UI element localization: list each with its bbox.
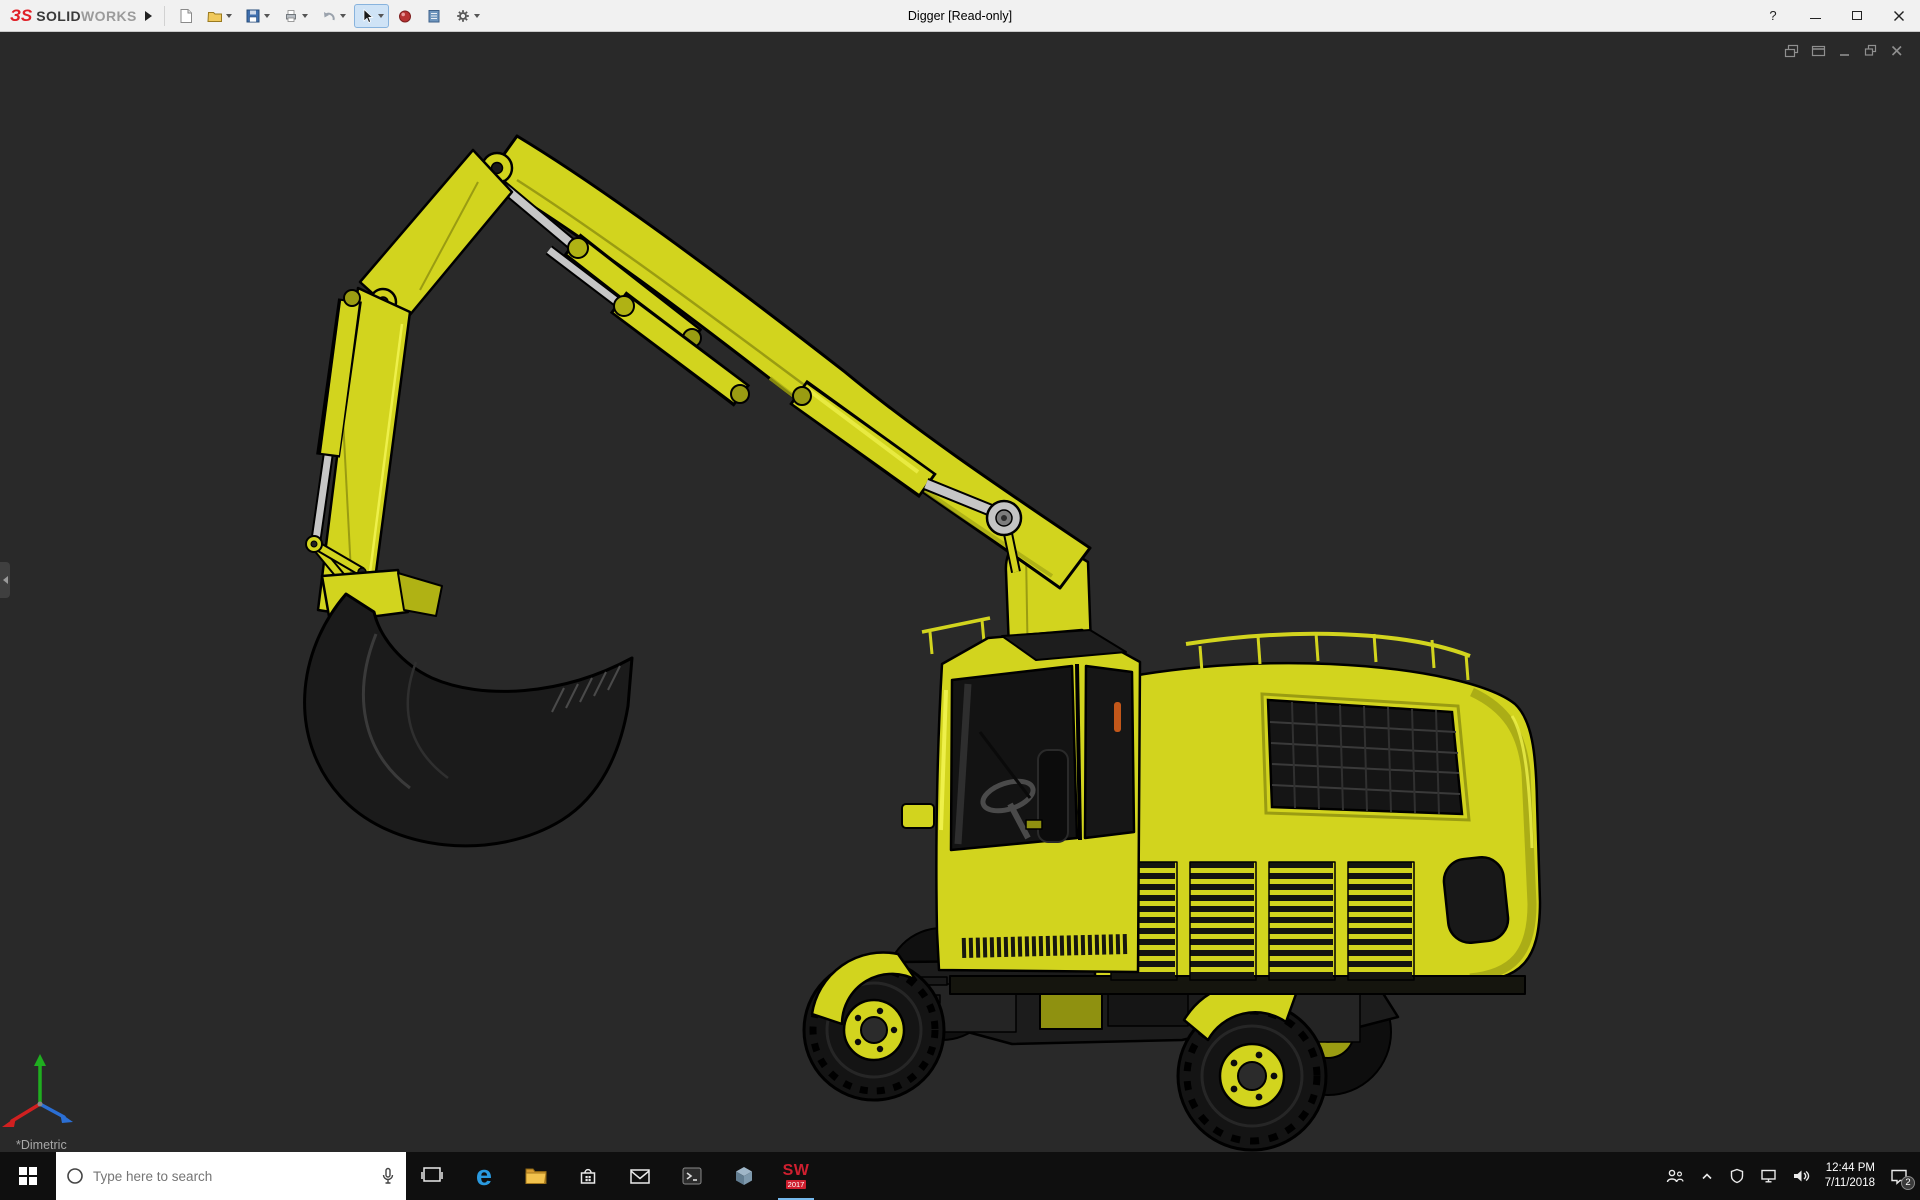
options-button[interactable] [450,4,485,28]
dropdown-arrow-icon[interactable] [263,13,270,18]
stick-arm[interactable] [305,148,514,627]
taskbar: e SW 2017 [0,1152,1920,1200]
search-input[interactable] [93,1168,371,1184]
dropdown-arrow-icon[interactable] [225,13,232,18]
maximize-icon [1852,11,1862,20]
xpress-sphere-icon [398,10,411,22]
boom-arm[interactable] [480,134,1094,676]
people-icon [1666,1169,1684,1183]
graphics-viewport[interactable]: *Dimetric [0,32,1920,1152]
system-tray: 12:44 PM 7/11/2018 2 [1665,1152,1920,1200]
close-icon [1894,10,1904,21]
quick-access-toolbar [173,3,485,28]
speaker-icon [1793,1170,1809,1182]
maximize-button[interactable] [1836,0,1878,32]
engine-grille[interactable] [1260,692,1471,822]
cab[interactable] [901,628,1142,974]
volume-button[interactable] [1792,1168,1810,1184]
cascade-windows-icon[interactable] [1784,44,1799,58]
solidworks-year-badge: 2017 [785,1180,807,1189]
document-window-controls [1784,44,1904,58]
dropdown-arrow-icon[interactable] [301,13,308,18]
new-window-icon[interactable] [1811,44,1826,58]
notification-badge: 2 [1901,1175,1915,1190]
excavator-model[interactable] [0,32,1920,1152]
hydraulic-cylinders[interactable] [496,179,1023,574]
edge-icon: e [475,1159,493,1192]
dassault-logo-icon: ЗS [10,5,33,25]
collapse-arrow-icon [2,576,8,584]
open-button[interactable] [202,4,237,28]
people-button[interactable] [1665,1168,1685,1184]
logo-solid-text: SOLID [36,7,82,24]
logo-works-text: WORKS [81,7,137,24]
hidden-icons-chevron [1702,1173,1712,1180]
select-cursor-icon [363,8,374,23]
save-icon [246,9,260,22]
design-binder-icon [428,9,440,22]
xpress-products-button[interactable] [392,4,418,28]
display-tray-button[interactable] [1760,1168,1777,1184]
window-controls: ? [1752,0,1920,32]
solidworks-logo: ЗS SOLID WORKS [0,6,137,26]
orientation-triad [2,1054,73,1127]
dropdown-arrow-icon[interactable] [377,13,384,18]
taskbar-search[interactable] [56,1152,406,1200]
monitor-icon [1760,1169,1776,1183]
panel-collapse-tab[interactable] [0,562,10,598]
solidworks-icon: SW [782,1162,810,1179]
clock-time: 12:44 PM [1825,1162,1875,1175]
windows-logo-icon [19,1167,37,1185]
task-view-button[interactable] [406,1152,458,1200]
bucket[interactable] [303,568,634,848]
dropdown-arrow-icon[interactable] [339,13,346,18]
print-icon [285,9,296,22]
task-view-icon [421,1167,443,1182]
minimize-icon [1809,17,1821,20]
minimize-doc-icon[interactable] [1838,44,1852,58]
dropdown-arrow-icon[interactable] [473,13,480,18]
security-tray-button[interactable] [1729,1168,1745,1184]
undo-button[interactable] [316,4,351,28]
close-doc-icon[interactable] [1890,44,1904,58]
cortana-search-icon [67,1168,83,1184]
view-orientation-label: *Dimetric [16,1138,67,1152]
print-button[interactable] [278,4,313,28]
cube-app-button[interactable] [718,1152,770,1200]
toolbar-separator [163,5,165,26]
store-icon [580,1168,596,1184]
microphone-icon[interactable] [380,1167,396,1185]
restore-doc-icon[interactable] [1864,44,1878,58]
new-document-icon [180,8,192,23]
close-button[interactable] [1878,0,1920,32]
clock-date: 7/11/2018 [1824,1177,1875,1189]
select-tool-button[interactable] [353,3,389,28]
hidden-icons-button[interactable] [1700,1169,1714,1183]
help-button[interactable]: ? [1752,0,1794,32]
mail-button[interactable] [614,1152,666,1200]
menu-expand-arrow-icon[interactable] [144,10,152,21]
cube-app-icon [736,1167,752,1185]
terminal-icon [682,1167,702,1185]
edge-button[interactable]: e [458,1152,510,1200]
shield-icon [1730,1168,1743,1184]
start-button[interactable] [0,1152,56,1200]
options-gear-icon [456,9,469,22]
mail-icon [630,1169,650,1184]
new-document-button[interactable] [173,4,199,28]
undo-icon [323,11,335,20]
store-button[interactable] [562,1152,614,1200]
titlebar: ЗS SOLID WORKS Digger [Read-only] ? [0,0,1920,32]
clock[interactable]: 12:44 PM 7/11/2018 [1825,1161,1875,1191]
save-button[interactable] [240,4,275,28]
design-binder-button[interactable] [421,4,447,28]
solidworks-app-button[interactable]: SW 2017 [770,1152,822,1200]
action-center-button[interactable]: 2 [1890,1168,1915,1190]
minimize-button[interactable] [1794,0,1836,32]
open-icon [207,11,222,22]
terminal-button[interactable] [666,1152,718,1200]
file-explorer-icon [525,1168,547,1184]
file-explorer-button[interactable] [510,1152,562,1200]
